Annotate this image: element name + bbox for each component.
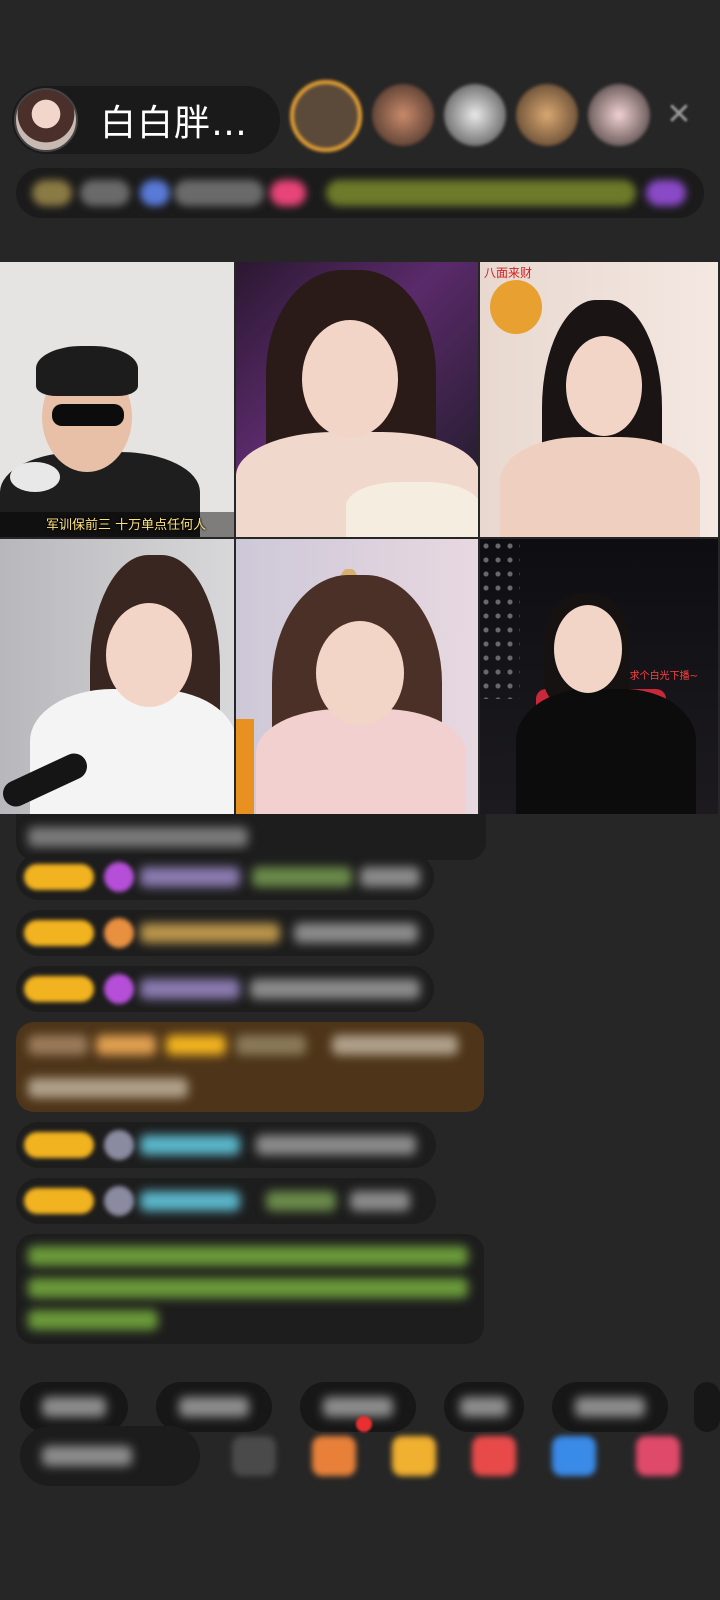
system-notice: [16, 1234, 484, 1344]
multi-guest-video-grid: 军训保前三 十万单点任何人 八面来财 求个白光下播~: [0, 262, 720, 816]
fortune-banner: 八面来财: [484, 266, 533, 280]
grid-icon[interactable]: [232, 1436, 276, 1476]
room-info-bar[interactable]: [16, 168, 704, 218]
more-icon[interactable]: [636, 1436, 680, 1476]
username[interactable]: [140, 1135, 240, 1155]
guest-figure: [30, 689, 234, 814]
sunglasses: [52, 404, 124, 426]
gem-icon: [104, 974, 134, 1004]
guest-figure: [516, 689, 696, 814]
tile-caption: 军训保前三 十万单点任何人: [46, 518, 207, 533]
host-info-pill[interactable]: 白白胖…: [12, 86, 280, 154]
chat-message: [16, 1178, 436, 1224]
quick-reply-chip[interactable]: [444, 1382, 524, 1432]
gift-box-icon[interactable]: [312, 1436, 356, 1476]
viewer-avatar[interactable]: [372, 84, 434, 146]
viewer-avatar[interactable]: [444, 84, 506, 146]
chat-message: [16, 966, 434, 1012]
scrolling-notice: [326, 180, 636, 206]
quick-reply-chip[interactable]: [694, 1382, 720, 1432]
guest-face: [106, 603, 192, 707]
quick-reply-chip[interactable]: [156, 1382, 272, 1432]
host-name: 白白胖…: [100, 103, 249, 144]
viewer-avatar[interactable]: [290, 80, 362, 152]
username[interactable]: [140, 1191, 240, 1211]
chat-message: [16, 910, 434, 956]
share-icon[interactable]: [552, 1436, 596, 1476]
guest-figure: [500, 437, 700, 537]
heart-icon: [270, 180, 306, 206]
rank-icon: [32, 180, 72, 206]
heart-icon[interactable]: [472, 1436, 516, 1476]
rank-text: [80, 180, 130, 206]
level-badge: [24, 976, 94, 1002]
quick-reply-chip[interactable]: [552, 1382, 668, 1432]
video-tile-guest-1[interactable]: 军训保前三 十万单点任何人: [0, 262, 236, 539]
close-icon[interactable]: ✕: [664, 100, 694, 130]
chat-input[interactable]: [20, 1426, 200, 1486]
guest-face: [554, 605, 622, 693]
username[interactable]: [140, 979, 240, 999]
chat-message: [16, 1122, 436, 1168]
level-badge: [24, 1188, 94, 1214]
fans-text: [174, 180, 264, 206]
level-badge: [24, 1132, 94, 1158]
video-tile-guest-5[interactable]: [236, 539, 480, 816]
gem-icon: [104, 862, 134, 892]
video-tile-guest-3[interactable]: 八面来财: [480, 262, 720, 539]
guest-face: [316, 621, 404, 725]
guest-face: [566, 336, 642, 436]
username[interactable]: [140, 867, 240, 887]
gift-notification: [16, 1022, 484, 1112]
fan-badge-icon: [104, 918, 134, 948]
fairy-lights: [480, 539, 520, 699]
guest-figure: [256, 709, 466, 814]
level-badge: [24, 920, 94, 946]
guest-face: [302, 320, 398, 438]
snack-bag: [236, 719, 254, 814]
chat-message: [16, 854, 434, 900]
viewer-avatar[interactable]: [516, 84, 578, 146]
username[interactable]: [140, 923, 280, 943]
viewer-avatar[interactable]: [588, 84, 650, 146]
video-tile-guest-6[interactable]: 求个白光下播~: [480, 539, 720, 816]
shirt-pattern: [10, 462, 60, 492]
viewer-avatar-list: [290, 80, 650, 152]
fortune-sticker: [490, 280, 542, 334]
host-avatar[interactable]: [14, 88, 78, 152]
user-avatar: [104, 1130, 134, 1160]
gift-icon: [646, 180, 686, 206]
guest-hair: [36, 346, 138, 396]
notification-dot: [356, 1416, 372, 1432]
level-badge: [24, 864, 94, 890]
dress: [346, 482, 478, 537]
tile-caption: 求个白光下播~: [629, 671, 698, 682]
quick-reply-chip[interactable]: [20, 1382, 128, 1432]
user-avatar: [104, 1186, 134, 1216]
fans-icon: [140, 180, 170, 206]
video-tile-guest-4[interactable]: [0, 539, 236, 816]
gift-bag-icon[interactable]: [392, 1436, 436, 1476]
video-tile-guest-2[interactable]: [236, 262, 480, 539]
